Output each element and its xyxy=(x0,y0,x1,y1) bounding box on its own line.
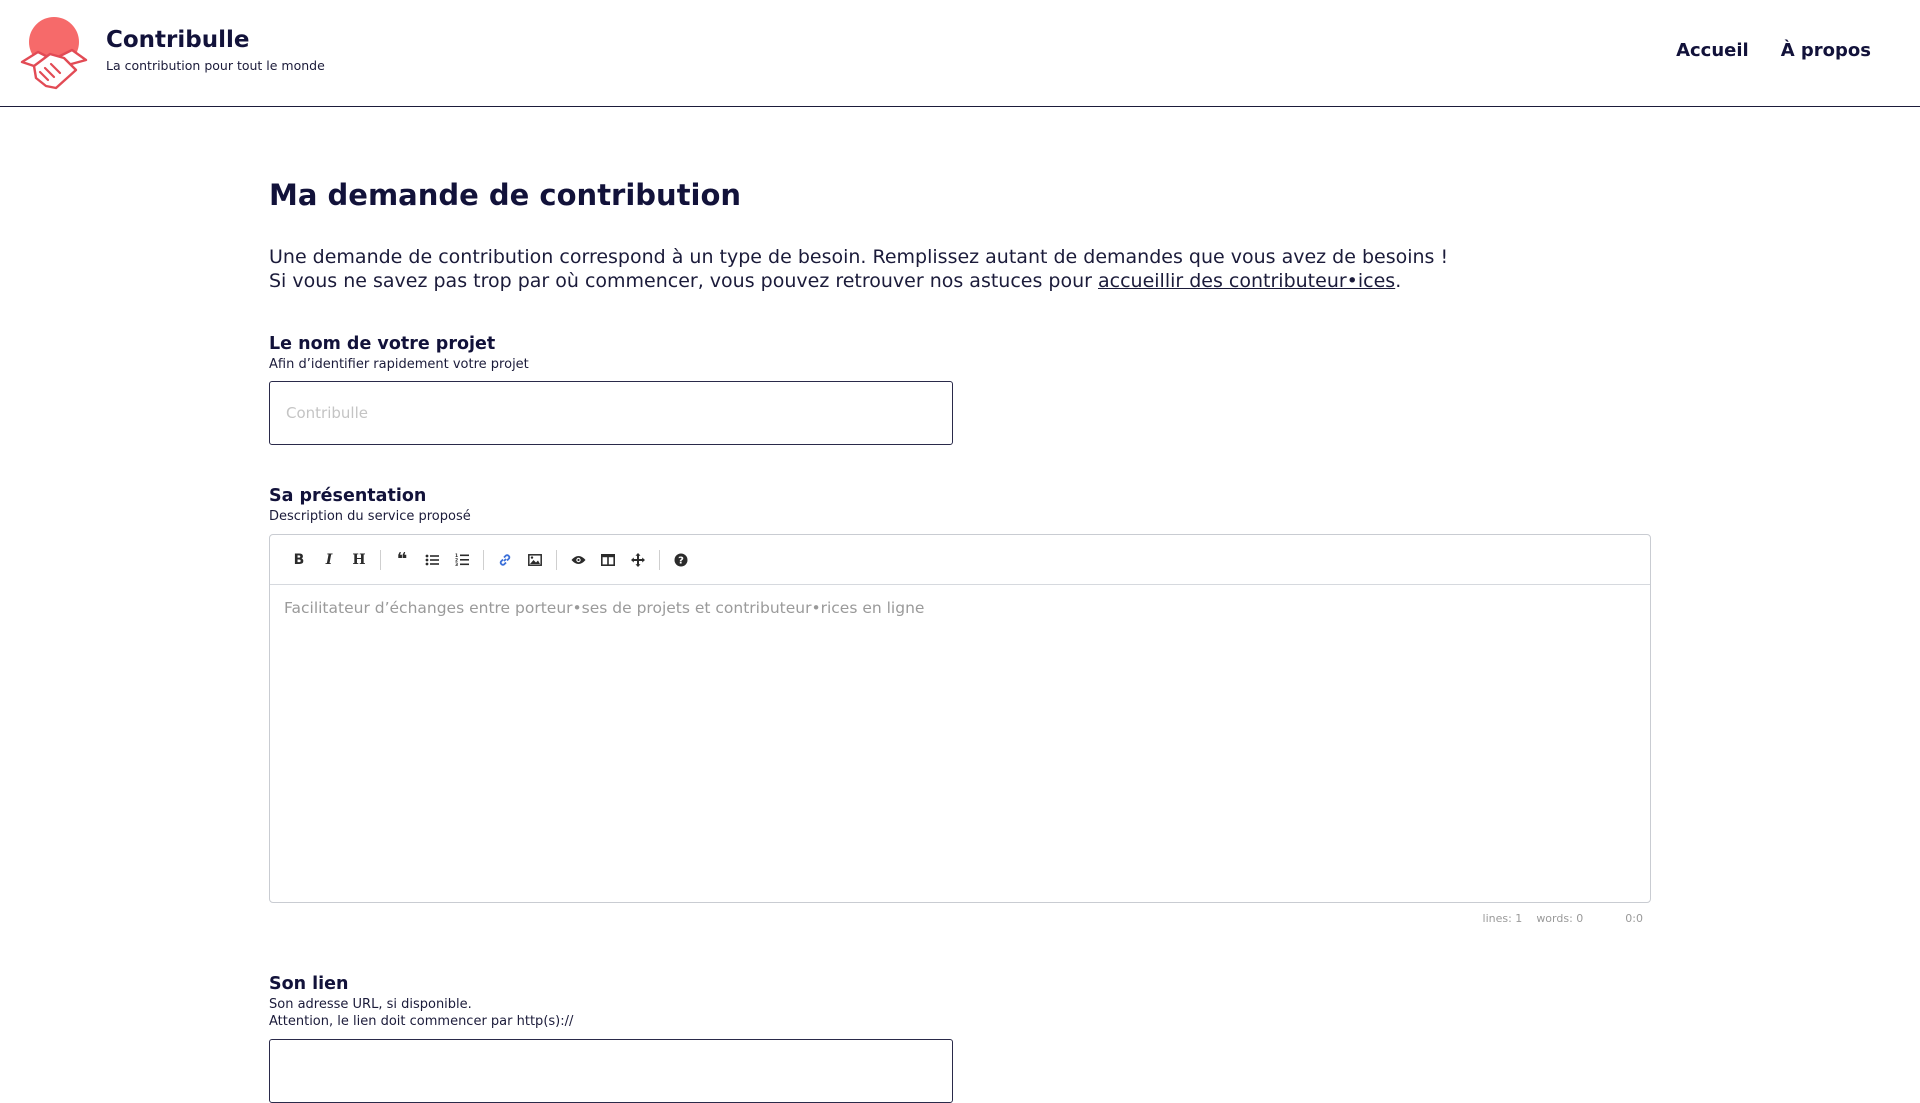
editor-toolbar: B I H ❝ 123 ? xyxy=(270,535,1650,585)
link-icon[interactable] xyxy=(490,545,520,575)
image-icon[interactable] xyxy=(520,545,550,575)
welcome-contributors-link[interactable]: accueillir des contributeur•ices xyxy=(1098,270,1395,292)
toolbar-separator xyxy=(556,549,557,570)
quote-icon[interactable]: ❝ xyxy=(387,545,417,575)
status-lines: lines: 1 xyxy=(1482,912,1523,925)
project-name-help: Afin d’identifier rapidement votre proje… xyxy=(269,357,529,372)
nav-link-a-propos[interactable]: À propos xyxy=(1781,40,1871,61)
brand-subtitle: La contribution pour tout le monde xyxy=(106,58,325,73)
project-link-input[interactable] xyxy=(269,1039,953,1103)
contribulle-logo-icon[interactable] xyxy=(20,14,88,94)
nav-link-accueil[interactable]: Accueil xyxy=(1676,40,1749,61)
link-label: Son lien xyxy=(269,974,349,994)
toolbar-separator xyxy=(659,549,660,570)
help-icon[interactable]: ? xyxy=(666,545,696,575)
status-words: words: 0 xyxy=(1536,912,1584,925)
editor-statusbar: lines: 1 words: 0 0:0 xyxy=(1469,912,1643,925)
contribution-form: Ma demande de contribution Une demande d… xyxy=(269,178,1651,1103)
toolbar-separator xyxy=(483,549,484,570)
project-name-label: Le nom de votre projet xyxy=(269,334,496,354)
intro-line-2: Si vous ne savez pas trop par où commenc… xyxy=(269,269,1448,293)
presentation-label: Sa présentation xyxy=(269,486,427,506)
unordered-list-icon[interactable] xyxy=(417,545,447,575)
status-cursor: 0:0 xyxy=(1625,912,1643,925)
side-by-side-icon[interactable] xyxy=(593,545,623,575)
italic-icon[interactable]: I xyxy=(314,545,344,575)
intro-line-2-end: . xyxy=(1395,270,1402,292)
project-name-input[interactable] xyxy=(269,381,953,445)
toolbar-separator xyxy=(380,549,381,570)
ordered-list-icon[interactable]: 123 xyxy=(447,545,477,575)
link-help-1: Son adresse URL, si disponible. xyxy=(269,997,472,1012)
brand-title[interactable]: Contribulle xyxy=(106,27,249,53)
heading-icon[interactable]: H xyxy=(344,545,374,575)
page-title: Ma demande de contribution xyxy=(269,178,742,212)
main-nav: Accueil À propos xyxy=(1676,40,1871,61)
svg-text:3: 3 xyxy=(455,562,458,566)
bold-icon[interactable]: B xyxy=(284,545,314,575)
markdown-editor: B I H ❝ 123 ? Facilitateur d’échanges en… xyxy=(269,534,1651,903)
preview-icon[interactable] xyxy=(563,545,593,575)
intro-line-1: Une demande de contribution correspond à… xyxy=(269,246,1449,268)
svg-text:?: ? xyxy=(678,555,684,566)
fullscreen-icon[interactable] xyxy=(623,545,653,575)
presentation-textarea[interactable]: Facilitateur d’échanges entre porteur•se… xyxy=(270,585,1650,901)
intro-text: Une demande de contribution correspond à… xyxy=(269,245,1448,293)
intro-line-2-text: Si vous ne savez pas trop par où commenc… xyxy=(269,270,1098,292)
presentation-help: Description du service proposé xyxy=(269,509,471,524)
site-header: Contribulle La contribution pour tout le… xyxy=(0,0,1920,107)
link-help-2: Attention, le lien doit commencer par ht… xyxy=(269,1014,574,1029)
